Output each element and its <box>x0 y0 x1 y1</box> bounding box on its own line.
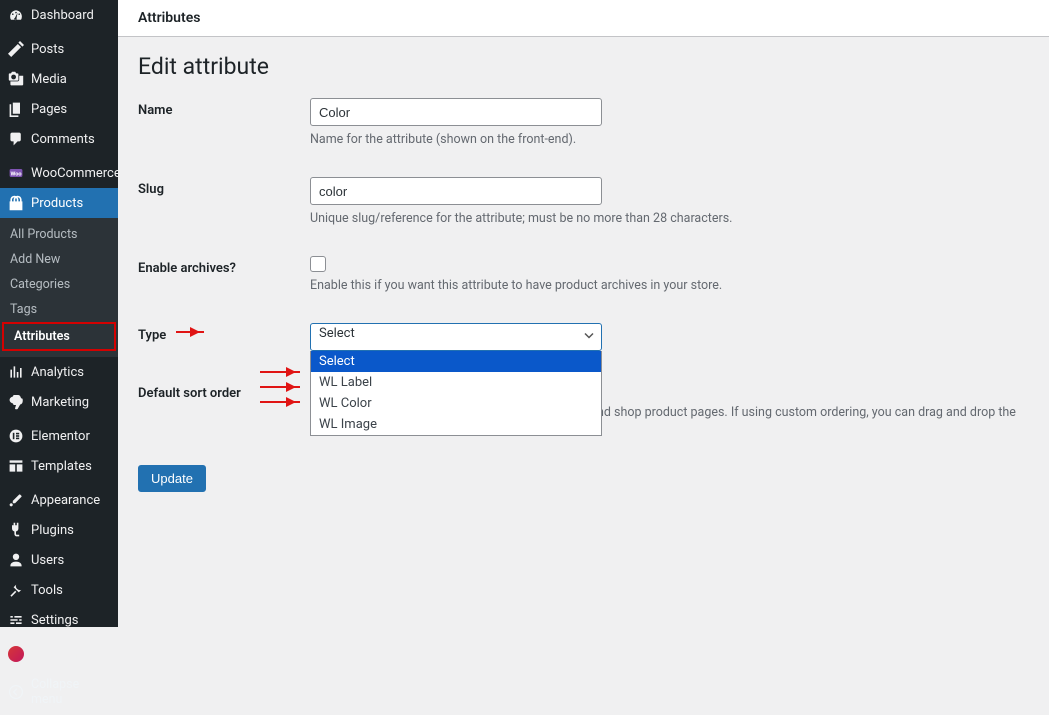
sidebar-label: Dashboard <box>31 8 94 23</box>
name-label: Name <box>138 98 310 147</box>
collapse-icon <box>8 684 24 700</box>
sidebar-item-media[interactable]: Media <box>0 64 118 94</box>
annotation-arrow-wlcolor <box>260 386 300 388</box>
woocommerce-icon: Woo <box>8 165 24 181</box>
sidebar-item-comments[interactable]: Comments <box>0 124 118 154</box>
submenu-tags[interactable]: Tags <box>0 297 118 322</box>
submenu-add-new[interactable]: Add New <box>0 247 118 272</box>
type-select[interactable]: Select <box>310 323 602 351</box>
annotation-arrow-wllabel <box>260 371 300 373</box>
submenu-products: All Products Add New Categories Tags Att… <box>0 218 118 357</box>
annotation-arrow-type <box>176 331 204 333</box>
sidebar-label: Users <box>31 553 64 568</box>
sidebar-item-posts[interactable]: Posts <box>0 34 118 64</box>
collapse-menu-button[interactable]: Collapse menu <box>0 669 118 715</box>
sidebar-label: Posts <box>31 42 64 57</box>
sidebar-item-pages[interactable]: Pages <box>0 94 118 124</box>
sidebar-item-templates[interactable]: Templates <box>0 451 118 481</box>
brush-icon <box>8 492 24 508</box>
submenu-all-products[interactable]: All Products <box>0 222 118 247</box>
admin-sidebar: Dashboard Posts Media Pages Comments Woo… <box>0 0 118 627</box>
type-dropdown: Select WL Label WL Color WL Image <box>310 351 602 436</box>
sidebar-item-settings[interactable]: Settings <box>0 605 118 635</box>
content-area: Attributes Edit attribute Name Name for … <box>118 0 1049 627</box>
name-help: Name for the attribute (shown on the fro… <box>310 132 1029 147</box>
breadcrumb: Attributes <box>138 10 200 26</box>
sidebar-item-plugins[interactable]: Plugins <box>0 515 118 545</box>
submenu-categories[interactable]: Categories <box>0 272 118 297</box>
sidebar-item-tools[interactable]: Tools <box>0 575 118 605</box>
sort-label: Default sort order <box>138 381 310 435</box>
slug-help: Unique slug/reference for the attribute;… <box>310 211 1029 226</box>
name-input[interactable] <box>310 98 602 126</box>
slug-label: Slug <box>138 177 310 226</box>
sidebar-item-analytics[interactable]: Analytics <box>0 357 118 387</box>
sidebar-label: Pages <box>31 102 67 117</box>
type-select-value: Select <box>319 326 355 341</box>
archives-help: Enable this if you want this attribute t… <box>310 278 1029 293</box>
submenu-attributes[interactable]: Attributes <box>2 322 116 351</box>
products-icon <box>8 195 24 211</box>
woolentor-icon <box>8 646 24 662</box>
archives-label: Enable archives? <box>138 256 310 293</box>
sidebar-item-woolentor[interactable]: WooLentor <box>0 639 118 669</box>
sliders-icon <box>8 612 24 628</box>
type-label: Type <box>138 328 166 343</box>
sidebar-item-elementor[interactable]: Elementor <box>0 421 118 451</box>
dashboard-icon <box>8 7 24 23</box>
sidebar-item-products[interactable]: Products <box>0 188 118 218</box>
sidebar-item-users[interactable]: Users <box>0 545 118 575</box>
archives-checkbox[interactable] <box>310 256 326 272</box>
sidebar-item-woocommerce[interactable]: Woo WooCommerce <box>0 158 118 188</box>
type-option-wl-color[interactable]: WL Color <box>311 393 601 414</box>
update-button[interactable]: Update <box>138 465 206 492</box>
pin-icon <box>8 41 24 57</box>
wrench-icon <box>8 582 24 598</box>
sidebar-label: Templates <box>31 459 92 474</box>
sidebar-label: Tools <box>31 583 63 598</box>
plug-icon <box>8 522 24 538</box>
sidebar-item-dashboard[interactable]: Dashboard <box>0 0 118 30</box>
collapse-label: Collapse menu <box>31 677 110 707</box>
sidebar-label: Elementor <box>31 429 90 444</box>
page-title: Edit attribute <box>138 53 1029 80</box>
sidebar-label: Media <box>31 72 67 87</box>
sidebar-item-appearance[interactable]: Appearance <box>0 485 118 515</box>
type-option-wl-label[interactable]: WL Label <box>311 372 601 393</box>
slug-input[interactable] <box>310 177 602 205</box>
megaphone-icon <box>8 394 24 410</box>
templates-icon <box>8 458 24 474</box>
sidebar-label: Settings <box>31 613 78 628</box>
type-option-select[interactable]: Select <box>311 351 601 372</box>
sidebar-label: Appearance <box>31 493 100 508</box>
page-icon <box>8 101 24 117</box>
sidebar-label: Marketing <box>31 395 89 410</box>
sidebar-label: WooCommerce <box>31 166 121 181</box>
analytics-icon <box>8 364 24 380</box>
sidebar-label: Analytics <box>31 365 84 380</box>
type-option-wl-image[interactable]: WL Image <box>311 414 601 435</box>
sidebar-item-marketing[interactable]: Marketing <box>0 387 118 417</box>
svg-text:Woo: Woo <box>10 171 21 177</box>
sidebar-label: Products <box>31 196 83 211</box>
media-icon <box>8 71 24 87</box>
sidebar-label: Comments <box>31 132 95 147</box>
annotation-arrow-wlimage <box>260 401 300 403</box>
topbar: Attributes <box>118 0 1049 37</box>
main-form: Edit attribute Name Name for the attribu… <box>118 37 1049 627</box>
sidebar-label: Plugins <box>31 523 74 538</box>
elementor-icon <box>8 428 24 444</box>
comment-icon <box>8 131 24 147</box>
sidebar-label: WooLentor <box>31 647 94 662</box>
user-icon <box>8 552 24 568</box>
